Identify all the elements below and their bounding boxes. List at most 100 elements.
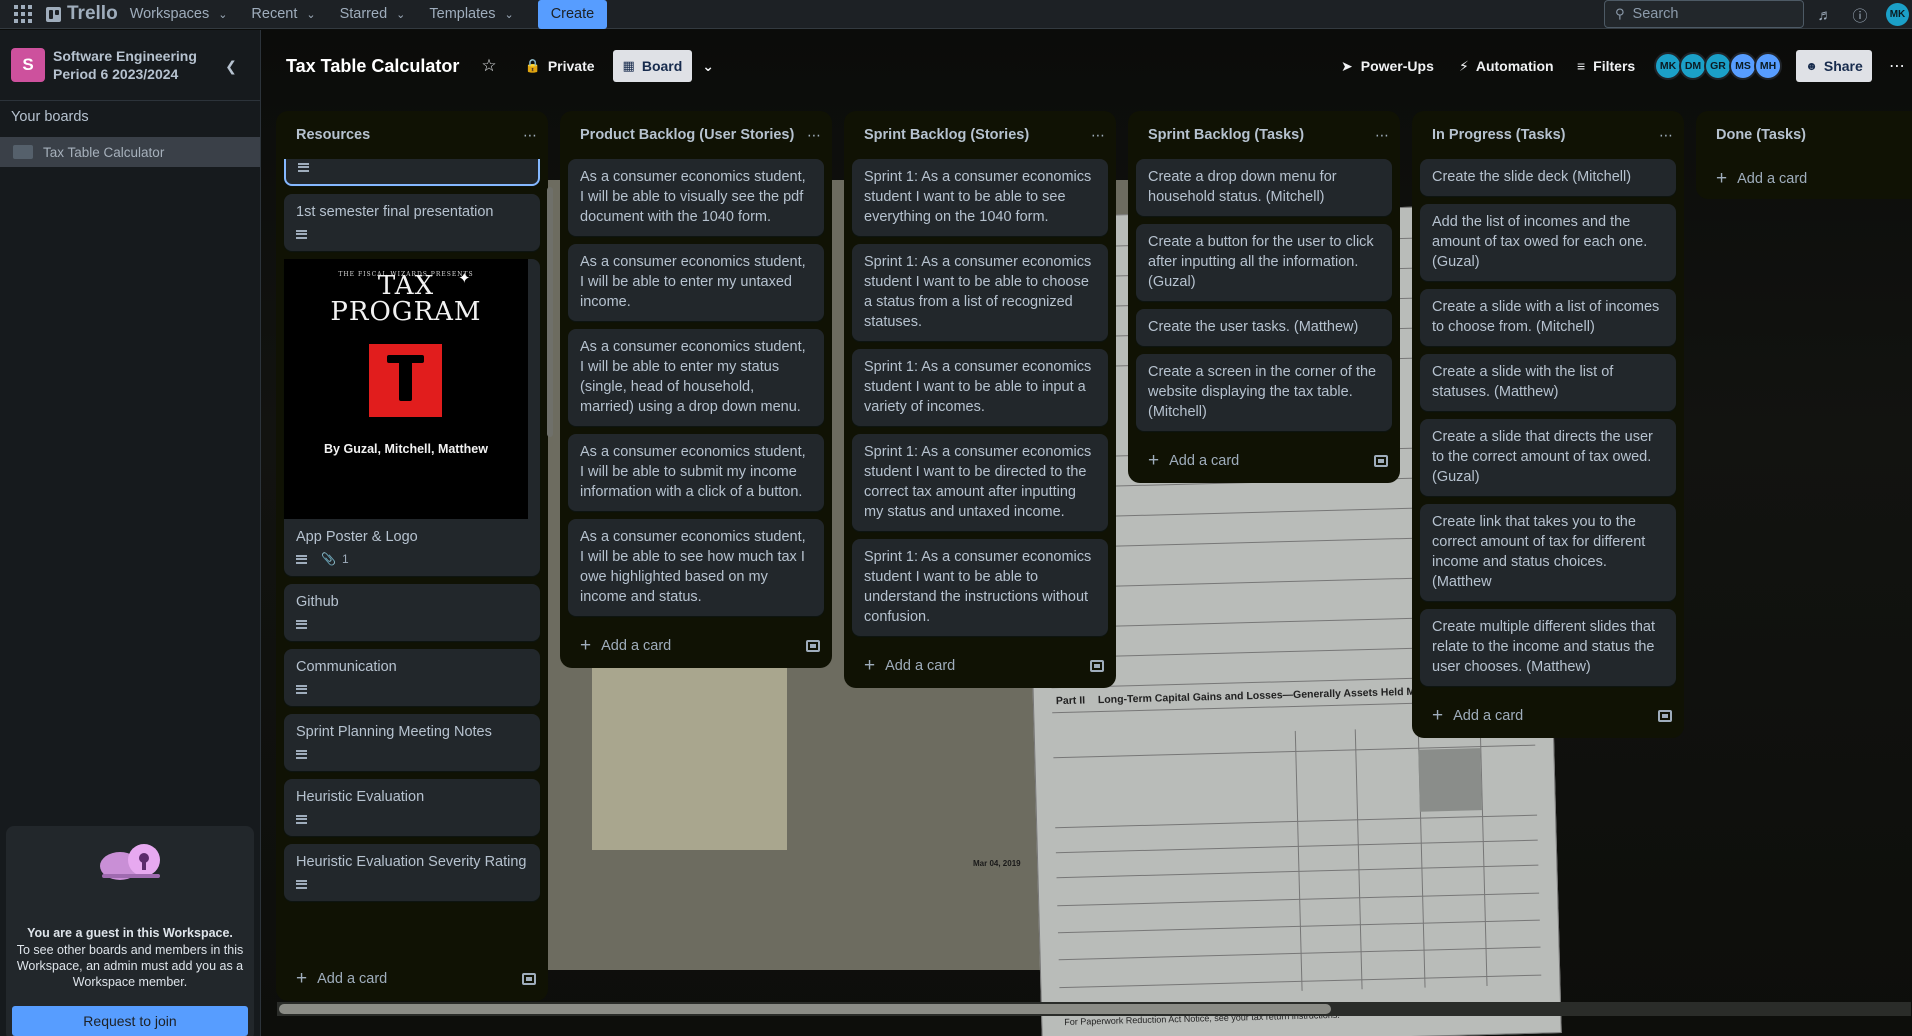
list-title[interactable]: Sprint Backlog (Stories) <box>864 127 1029 143</box>
card[interactable]: Create link that takes you to the correc… <box>1420 504 1676 601</box>
notifications-bell-icon[interactable]: ♬ <box>1814 4 1836 26</box>
card[interactable] <box>284 159 540 186</box>
list-scrollbar[interactable] <box>547 187 553 437</box>
member-avatar[interactable]: GR <box>1704 52 1732 80</box>
description-icon <box>296 684 307 694</box>
card[interactable]: As a consumer economics student, I will … <box>568 329 824 426</box>
create-button[interactable]: Create <box>537 0 608 29</box>
list-title[interactable]: In Progress (Tasks) <box>1432 127 1566 143</box>
card[interactable]: Github <box>284 584 540 641</box>
card[interactable]: Create a slide that directs the user to … <box>1420 419 1676 496</box>
account-avatar[interactable]: MK <box>1886 3 1909 26</box>
card[interactable]: Sprint 1: As a consumer economics studen… <box>852 159 1108 236</box>
add-card-button[interactable]: + Add a card <box>580 635 671 657</box>
card[interactable]: As a consumer economics student, I will … <box>568 519 824 616</box>
list-menu-dots-icon[interactable]: ⋯ <box>1375 127 1390 144</box>
board-members: MK DM GR MS MH <box>1654 52 1782 80</box>
collapse-sidebar-icon[interactable]: ❮ <box>218 53 244 79</box>
card[interactable]: Add the list of incomes and the amount o… <box>1420 204 1676 281</box>
card-title: Heuristic Evaluation <box>296 789 425 805</box>
request-to-join-button[interactable]: Request to join <box>12 1006 248 1036</box>
scrollbar-thumb[interactable] <box>279 1004 1331 1014</box>
power-ups-button[interactable]: ➤ Power-Ups <box>1341 50 1434 82</box>
member-avatar[interactable]: DM <box>1679 52 1707 80</box>
card[interactable]: Create a drop down menu for household st… <box>1136 159 1392 216</box>
trello-logo[interactable]: Trello <box>46 3 118 25</box>
card[interactable]: Sprint 1: As a consumer economics studen… <box>852 434 1108 531</box>
add-card-button[interactable]: + Add a card <box>1148 450 1239 472</box>
card-template-icon[interactable] <box>1658 710 1672 722</box>
list-menu-dots-icon[interactable]: ⋯ <box>1091 127 1106 144</box>
card[interactable]: Create a screen in the corner of the web… <box>1136 354 1392 431</box>
card-title: As a consumer economics student, I will … <box>580 254 806 310</box>
board-horizontal-scrollbar[interactable] <box>277 1002 1911 1016</box>
sidebar-board-item[interactable]: Tax Table Calculator <box>0 137 260 167</box>
automation-button[interactable]: ⚡ Automation <box>1459 50 1554 82</box>
card-template-icon[interactable] <box>1374 455 1388 467</box>
app-switcher-icon[interactable] <box>12 3 34 25</box>
add-card-button[interactable]: + Add a card <box>296 968 387 990</box>
workspaces-menu[interactable]: Workspaces ⌄ <box>118 0 240 29</box>
list-menu-dots-icon[interactable]: ⋯ <box>807 127 822 144</box>
card[interactable]: Create a slide with the list of statuses… <box>1420 354 1676 411</box>
add-card-button[interactable]: + Add a card <box>1432 705 1523 727</box>
plus-icon: + <box>1148 450 1160 471</box>
starred-menu[interactable]: Starred ⌄ <box>328 0 418 29</box>
card[interactable]: As a consumer economics student, I will … <box>568 434 824 511</box>
card[interactable]: Sprint Planning Meeting Notes <box>284 714 540 771</box>
help-icon[interactable]: ⓘ <box>1849 4 1871 26</box>
card-template-icon[interactable] <box>1090 660 1104 672</box>
workspace-badge[interactable]: S <box>11 48 45 82</box>
member-avatar[interactable]: MK <box>1654 52 1682 80</box>
star-icon[interactable]: ☆ <box>481 56 496 76</box>
board-title[interactable]: Tax Table Calculator <box>286 56 459 77</box>
chevron-down-icon: ⌄ <box>218 8 228 21</box>
visibility-button[interactable]: 🔒 Private <box>515 50 605 82</box>
card-template-icon[interactable] <box>806 640 820 652</box>
card-title: Create multiple different slides that re… <box>1432 619 1655 675</box>
list-title[interactable]: Sprint Backlog (Tasks) <box>1148 127 1304 143</box>
views-dropdown-chevron-icon[interactable]: ⌄ <box>692 50 724 82</box>
list-sprint-backlog-stories: Sprint Backlog (Stories) ⋯ Sprint 1: As … <box>844 111 1116 688</box>
card[interactable]: Create the user tasks. (Matthew) <box>1136 309 1392 346</box>
recent-menu[interactable]: Recent ⌄ <box>239 0 327 29</box>
card[interactable]: Heuristic Evaluation <box>284 779 540 836</box>
templates-menu[interactable]: Templates ⌄ <box>417 0 525 29</box>
workspace-header: S Software Engineering Period 6 2023/202… <box>0 30 260 101</box>
member-avatar[interactable]: MS <box>1729 52 1757 80</box>
workspace-name[interactable]: Software Engineering Period 6 2023/2024 <box>53 47 223 83</box>
list-done: Done (Tasks) + Add a card <box>1696 111 1912 199</box>
card[interactable]: As a consumer economics student, I will … <box>568 244 824 321</box>
card[interactable]: Communication <box>284 649 540 706</box>
card[interactable]: Create the slide deck (Mitchell) <box>1420 159 1676 196</box>
card[interactable]: As a consumer economics student, I will … <box>568 159 824 236</box>
search-input[interactable]: ⚲ Search <box>1604 0 1804 28</box>
card[interactable]: Sprint 1: As a consumer economics studen… <box>852 539 1108 636</box>
card[interactable]: Heuristic Evaluation Severity Rating <box>284 844 540 901</box>
filters-button[interactable]: ≡ Filters <box>1577 50 1635 82</box>
add-card-label: Add a card <box>1169 453 1240 469</box>
board-view-button[interactable]: ▦ Board <box>612 50 693 82</box>
card[interactable]: Sprint 1: As a consumer economics studen… <box>852 349 1108 426</box>
list-title[interactable]: Resources <box>296 127 370 143</box>
card[interactable]: Sprint 1: As a consumer economics studen… <box>852 244 1108 341</box>
poster-byline: By Guzal, Mitchell, Matthew <box>324 442 488 456</box>
card-template-icon[interactable] <box>522 973 536 985</box>
list-menu-dots-icon[interactable]: ⋯ <box>1659 127 1674 144</box>
card[interactable]: THE FISCAL WIZARDS PRESENTS TAX PROGRAM … <box>284 259 540 576</box>
add-card-button[interactable]: + Add a card <box>864 655 955 677</box>
card[interactable]: 1st semester final presentation <box>284 194 540 251</box>
card[interactable]: Create a slide with a list of incomes to… <box>1420 289 1676 346</box>
add-card-button[interactable]: + Add a card <box>1716 168 1807 190</box>
card[interactable]: Create multiple different slides that re… <box>1420 609 1676 686</box>
poster-title-line: TAX <box>377 271 435 301</box>
member-avatar[interactable]: MH <box>1754 52 1782 80</box>
share-button[interactable]: ☻ Share <box>1796 50 1872 82</box>
list-title[interactable]: Done (Tasks) <box>1716 127 1806 143</box>
board-menu-dots-icon[interactable]: ⋯ <box>1884 50 1910 82</box>
card[interactable]: Create a button for the user to click af… <box>1136 224 1392 301</box>
card-title: Create a screen in the corner of the web… <box>1148 364 1377 420</box>
plus-icon: + <box>1432 705 1444 726</box>
list-menu-dots-icon[interactable]: ⋯ <box>523 127 538 144</box>
list-title[interactable]: Product Backlog (User Stories) <box>580 127 794 143</box>
